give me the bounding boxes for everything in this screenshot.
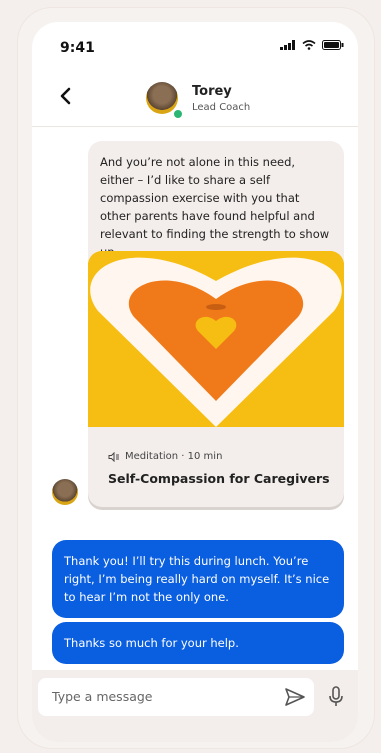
card-meta-text: Meditation · 10 min bbox=[125, 451, 223, 462]
wifi-icon bbox=[302, 40, 316, 50]
screen: 9:41 Torey Lead Coach And you’re not alo… bbox=[32, 22, 358, 742]
message-input[interactable]: Type a message bbox=[38, 678, 314, 716]
phone-frame: 9:41 Torey Lead Coach And you’re not alo… bbox=[18, 8, 374, 748]
composer: Type a message bbox=[32, 670, 358, 742]
speaker-icon bbox=[108, 451, 119, 462]
status-time: 9:41 bbox=[60, 40, 95, 56]
chat-header: Torey Lead Coach bbox=[32, 70, 358, 127]
coach-avatar-small bbox=[52, 479, 78, 505]
message-input-placeholder: Type a message bbox=[52, 689, 153, 704]
battery-icon bbox=[322, 40, 344, 50]
send-icon[interactable] bbox=[284, 687, 306, 707]
online-status-indicator bbox=[172, 108, 184, 120]
signal-icon bbox=[280, 40, 295, 50]
heart-illustration bbox=[88, 251, 344, 427]
status-bar: 9:41 bbox=[32, 22, 358, 62]
card-title: Self-Compassion for Caregivers bbox=[108, 471, 330, 486]
meditation-card[interactable]: Meditation · 10 min Self-Compassion for … bbox=[88, 251, 344, 507]
coach-role: Lead Coach bbox=[192, 102, 251, 113]
message-list[interactable]: And you’re not alone in this need, eithe… bbox=[32, 127, 358, 670]
outgoing-message: Thank you! I’ll try this during lunch. Y… bbox=[52, 540, 344, 618]
outgoing-message: Thanks so much for your help. bbox=[52, 622, 344, 664]
status-icons bbox=[280, 40, 344, 50]
back-chevron-icon[interactable] bbox=[56, 84, 76, 108]
coach-name: Torey bbox=[192, 84, 232, 99]
card-meta: Meditation · 10 min bbox=[108, 451, 222, 462]
microphone-icon[interactable] bbox=[328, 686, 344, 708]
